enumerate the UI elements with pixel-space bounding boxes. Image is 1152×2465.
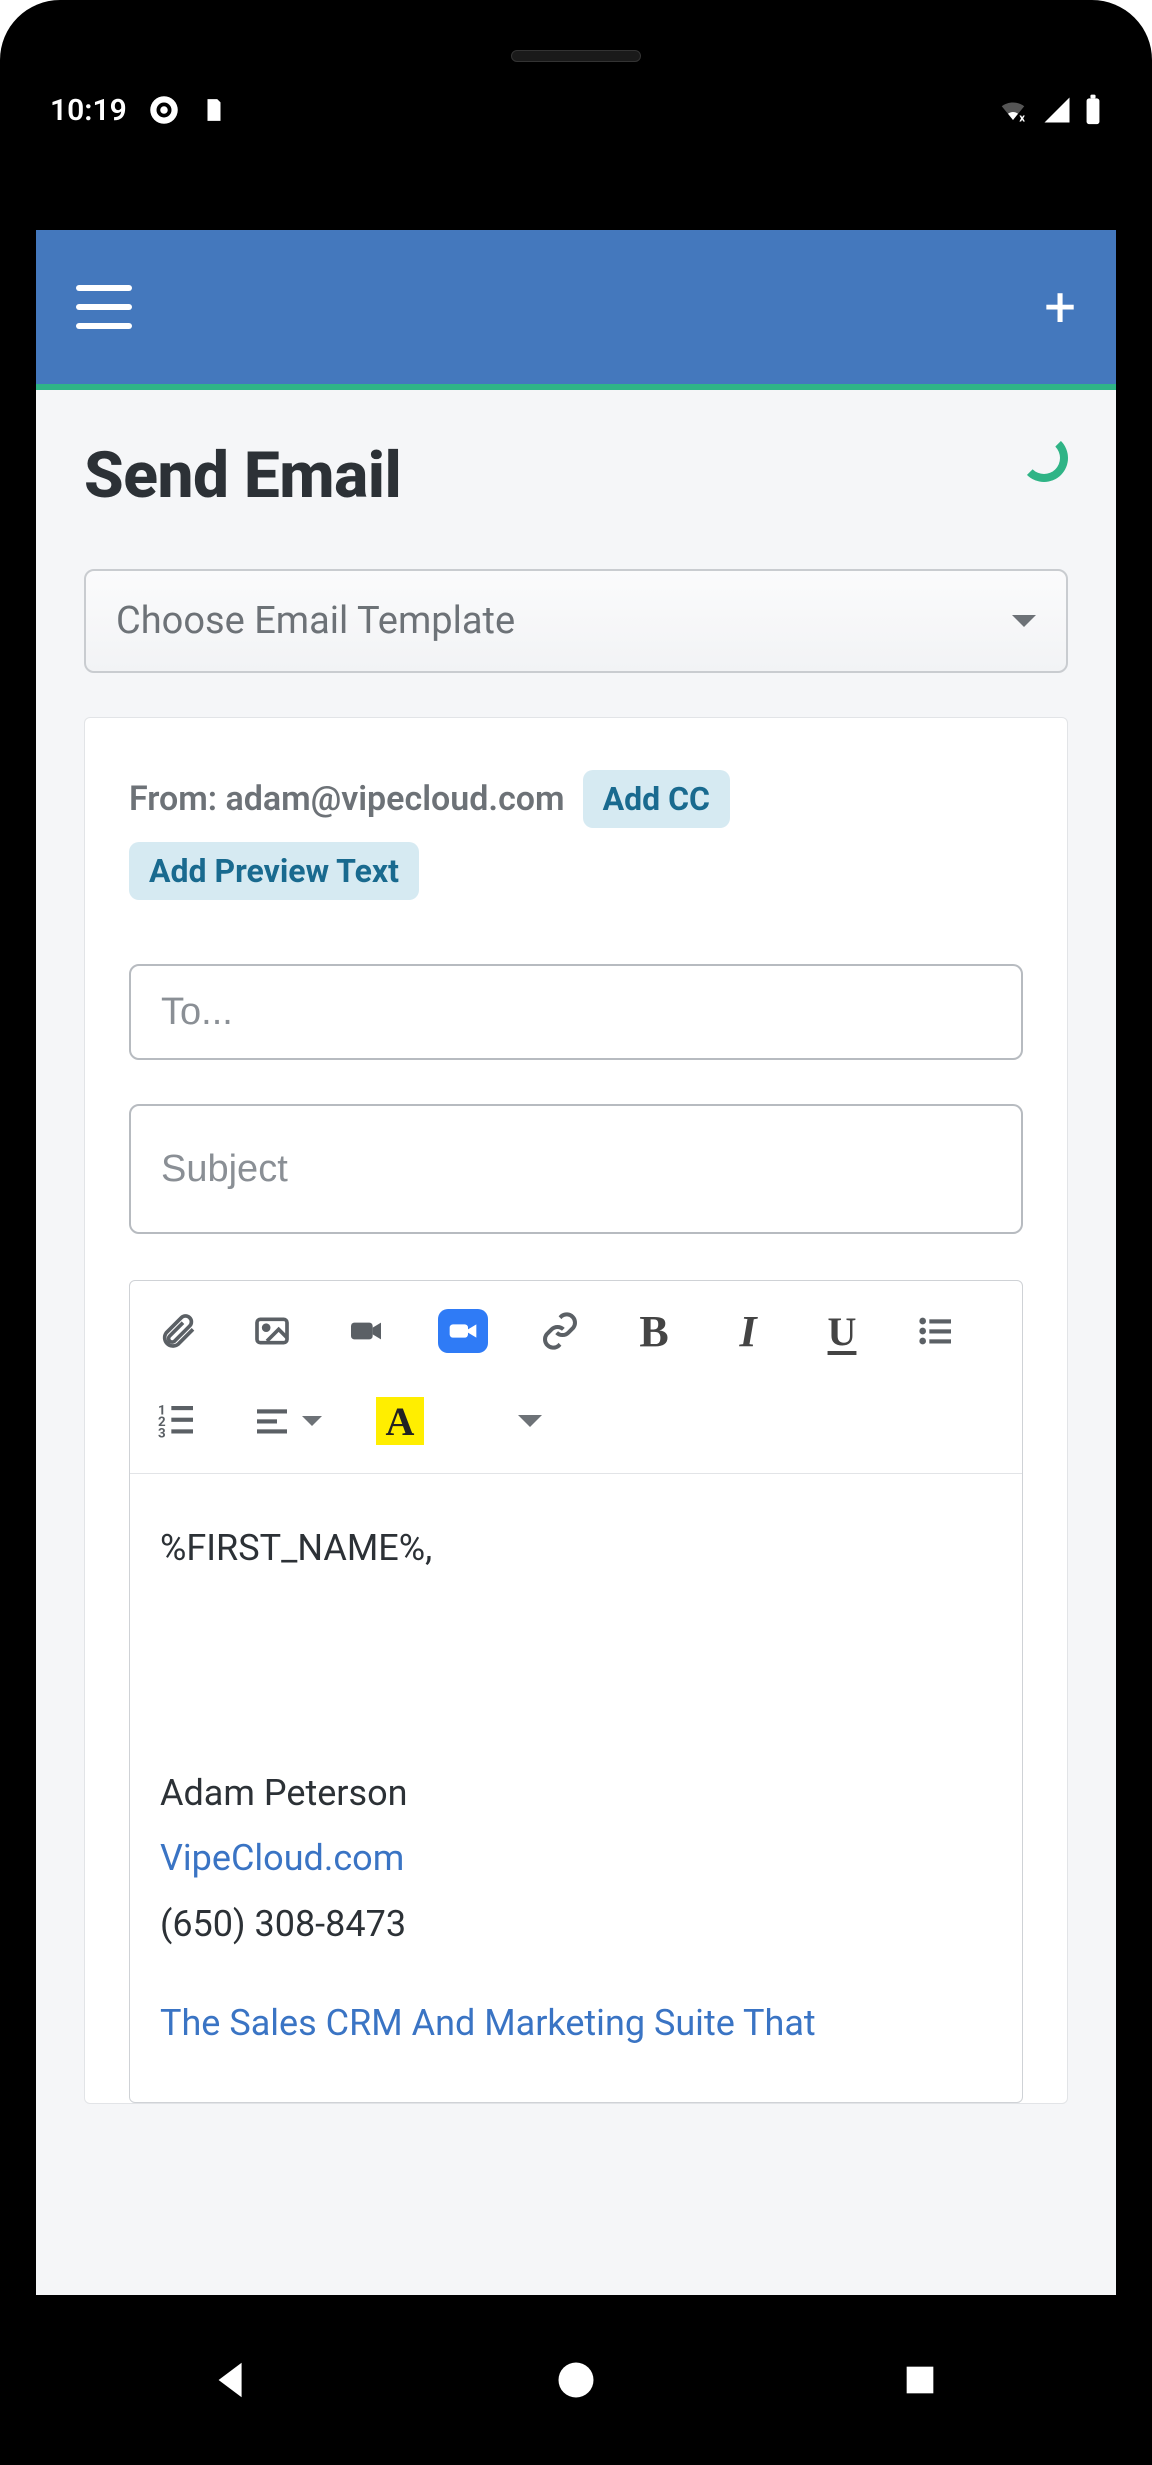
signature-tagline[interactable]: The Sales CRM And Marketing Suite That xyxy=(160,2002,816,2044)
menu-icon[interactable] xyxy=(76,285,132,329)
home-button[interactable] xyxy=(546,2350,606,2410)
system-nav-bar xyxy=(0,2295,1152,2465)
battery-icon xyxy=(1084,94,1102,126)
add-cc-button[interactable]: Add CC xyxy=(583,770,730,828)
sd-card-icon xyxy=(201,95,227,125)
back-button[interactable] xyxy=(202,2350,262,2410)
page-title: Send Email xyxy=(84,438,401,513)
image-icon[interactable] xyxy=(250,1309,294,1353)
template-select-label: Choose Email Template xyxy=(116,599,515,643)
dnd-icon xyxy=(149,95,179,125)
template-select[interactable]: Choose Email Template xyxy=(84,569,1068,673)
chevron-down-icon xyxy=(1012,615,1036,627)
svg-text:x: x xyxy=(1019,111,1025,124)
bullet-list-button[interactable] xyxy=(914,1309,958,1353)
bold-button[interactable]: B xyxy=(632,1309,676,1353)
app-viewport: + Send Email Choose Email Template From:… xyxy=(36,230,1116,2295)
underline-button[interactable]: U xyxy=(820,1309,864,1353)
loading-spinner-icon xyxy=(1020,434,1068,482)
signature-link[interactable]: VipeCloud.com xyxy=(160,1837,404,1879)
recents-button[interactable] xyxy=(890,2350,950,2410)
add-preview-text-button[interactable]: Add Preview Text xyxy=(129,842,419,900)
highlight-dropdown-icon[interactable] xyxy=(508,1399,552,1443)
body-greeting: %FIRST_NAME%, xyxy=(160,1518,992,1579)
rich-text-editor: B I U 123 A xyxy=(129,1280,1023,2103)
add-button[interactable]: + xyxy=(1044,279,1076,335)
align-button[interactable] xyxy=(250,1399,294,1443)
signature-phone: (650) 308-8473 xyxy=(160,1894,992,1955)
subject-field[interactable] xyxy=(129,1104,1023,1234)
link-icon[interactable] xyxy=(538,1309,582,1353)
editor-toolbar: B I U 123 A xyxy=(130,1281,1022,1474)
cell-signal-icon xyxy=(1042,95,1072,125)
italic-button[interactable]: I xyxy=(726,1309,770,1353)
to-field[interactable] xyxy=(129,964,1023,1060)
video-icon[interactable] xyxy=(344,1309,388,1353)
attachment-icon[interactable] xyxy=(156,1309,200,1353)
wifi-icon: x xyxy=(996,95,1030,125)
zoom-meeting-icon[interactable] xyxy=(438,1309,488,1353)
email-body[interactable]: %FIRST_NAME%, Adam Peterson VipeCloud.co… xyxy=(130,1474,1022,2102)
compose-card: From: adam@vipecloud.com Add CC Add Prev… xyxy=(84,717,1068,2104)
status-bar: 10:19 x xyxy=(0,20,1152,140)
svg-text:3: 3 xyxy=(158,1427,166,1441)
text-highlight-button[interactable]: A xyxy=(376,1397,424,1445)
signature-name: Adam Peterson xyxy=(160,1763,992,1824)
app-header: + xyxy=(36,230,1116,390)
from-label: From: adam@vipecloud.com xyxy=(129,779,565,819)
numbered-list-button[interactable]: 123 xyxy=(156,1399,200,1443)
device-speaker xyxy=(511,50,641,62)
status-time: 10:19 xyxy=(50,93,127,128)
